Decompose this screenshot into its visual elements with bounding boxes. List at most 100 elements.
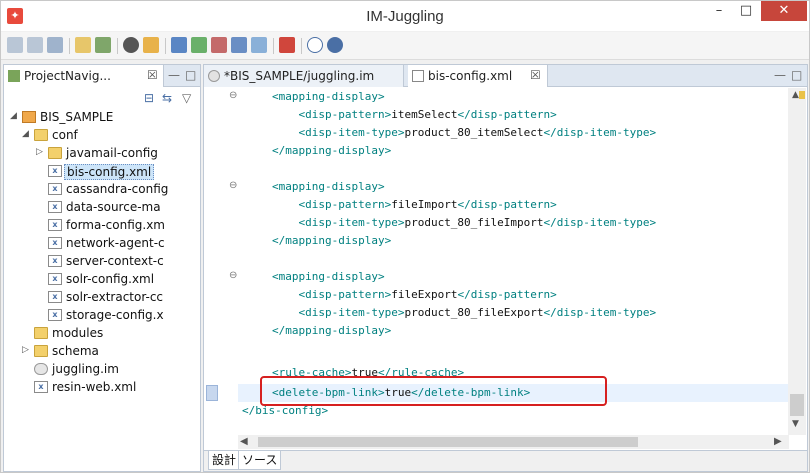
editor-panel: *BIS_SAMPLE/juggling.im bis-config.xml ☒…: [203, 64, 808, 472]
overview-ruler-marker[interactable]: [799, 91, 805, 99]
code-line: </mapping-display>: [272, 324, 392, 337]
build-icon[interactable]: [75, 37, 91, 53]
close-tab-icon[interactable]: ☒: [530, 68, 541, 82]
tree-item[interactable]: ◢ conf: [4, 127, 200, 145]
tree-item[interactable]: x server-context-c: [4, 253, 200, 271]
xml-file-icon: x: [48, 183, 62, 195]
collapse-all-icon[interactable]: ⊟: [144, 91, 154, 105]
tree-item[interactable]: x bis-config.xml: [4, 163, 200, 181]
xml-file-icon: x: [48, 273, 62, 285]
tree-item[interactable]: x storage-config.x: [4, 307, 200, 325]
maximize-editor-icon[interactable]: □: [791, 68, 802, 82]
scroll-left-icon[interactable]: ◀: [240, 436, 248, 447]
server-icon[interactable]: [191, 37, 207, 53]
toolbar-separator: [301, 38, 302, 54]
editor-tabbar: *BIS_SAMPLE/juggling.im bis-config.xml ☒…: [204, 65, 807, 87]
expand-arrow-icon[interactable]: ◢: [10, 111, 17, 121]
tree-item[interactable]: juggling.im: [4, 361, 200, 379]
save-as-icon[interactable]: [27, 37, 43, 53]
close-tab-icon[interactable]: ☒: [147, 68, 158, 82]
network-icon[interactable]: [251, 37, 267, 53]
project-navigator-panel: ProjectNavig... ☒ — □ ⊟ ⇆ ▽ ◢ BIS_SAMPLE…: [3, 64, 201, 472]
tree-item[interactable]: ▷ javamail-config: [4, 145, 200, 163]
change-marker: [206, 385, 218, 401]
tree-item-label: solr-config.xml: [66, 272, 155, 286]
tree-item[interactable]: x cassandra-config: [4, 181, 200, 199]
code-line: <disp-pattern>fileExport</disp-pattern>: [272, 288, 557, 301]
deploy-icon[interactable]: [123, 37, 139, 53]
minimize-view-icon[interactable]: —: [168, 68, 180, 82]
fold-icon[interactable]: ⊖: [229, 90, 237, 101]
tree-item-label: network-agent-c: [66, 236, 165, 250]
open-folder-icon[interactable]: [143, 37, 159, 53]
view-menu-icon[interactable]: ▽: [182, 91, 191, 105]
save-all-icon[interactable]: [47, 37, 63, 53]
tree-item[interactable]: x solr-extractor-cc: [4, 289, 200, 307]
collapse-arrow-icon[interactable]: ▷: [36, 147, 43, 157]
tree-item-label: modules: [52, 326, 104, 340]
fold-icon[interactable]: ⊖: [229, 180, 237, 191]
tools-icon[interactable]: [279, 37, 295, 53]
tree-item-label: data-source-ma: [66, 200, 161, 214]
window-title: IM-Juggling: [366, 8, 444, 25]
tree-item[interactable]: ▷ schema: [4, 343, 200, 361]
code-line: </mapping-display>: [272, 144, 392, 157]
tab-bis-config-xml[interactable]: bis-config.xml ☒: [408, 65, 548, 87]
minimize-button[interactable]: –: [706, 1, 732, 21]
horizontal-scroll-thumb[interactable]: [258, 437, 638, 447]
collapse-arrow-icon[interactable]: ▷: [22, 345, 29, 355]
chart-icon[interactable]: [211, 37, 227, 53]
scroll-up-icon[interactable]: ▲: [792, 90, 799, 100]
tab-source[interactable]: ソース: [238, 451, 282, 470]
tree-item-label: resin-web.xml: [52, 380, 137, 394]
refresh-icon[interactable]: [95, 37, 111, 53]
tree-item-label: BIS_SAMPLE: [40, 110, 114, 124]
xml-source-editor[interactable]: ⊖ ⊖ ⊖ <mapping-display> <disp-pattern>it…: [204, 88, 807, 435]
vertical-scrollbar[interactable]: ▲ ▼: [788, 88, 806, 435]
xml-file-icon: x: [48, 165, 62, 177]
expand-arrow-icon[interactable]: ◢: [22, 129, 29, 139]
tab-juggling-im[interactable]: *BIS_SAMPLE/juggling.im: [204, 65, 404, 87]
navigator-view-toolbar: ⊟ ⇆ ▽: [4, 88, 200, 108]
vertical-scroll-thumb[interactable]: [790, 394, 804, 416]
tree-item[interactable]: x forma-config.xm: [4, 217, 200, 235]
tab-project-navigator[interactable]: ProjectNavig... ☒: [4, 65, 164, 87]
help-icon[interactable]: [307, 37, 323, 53]
toolbar-separator: [273, 38, 274, 54]
minimize-editor-icon[interactable]: —: [774, 68, 786, 82]
tree-item-label: conf: [52, 128, 78, 142]
editor-mode-tabs: 設計 ソース: [204, 450, 807, 471]
code-line: <disp-item-type>product_80_fileImport</d…: [272, 216, 657, 229]
save-icon[interactable]: [7, 37, 23, 53]
tree-item[interactable]: modules: [4, 325, 200, 343]
close-window-button[interactable]: ✕: [761, 1, 807, 21]
info-icon[interactable]: [327, 37, 343, 53]
editor-gutter: ⊖ ⊖ ⊖: [204, 88, 238, 435]
screen-icon[interactable]: [171, 37, 187, 53]
link-editor-icon[interactable]: ⇆: [162, 91, 172, 105]
xml-file-icon: x: [48, 255, 62, 267]
app-window: ✦ IM-Juggling – □ ✕ ProjectNavig... ☒ — …: [0, 0, 810, 473]
code-line: <disp-item-type>product_80_fileExport</d…: [272, 306, 657, 319]
maximize-view-icon[interactable]: □: [185, 68, 196, 82]
code-line: <mapping-display>: [272, 90, 385, 103]
code-line: <mapping-display>: [272, 180, 385, 193]
code-line: <disp-pattern>fileImport</disp-pattern>: [272, 198, 557, 211]
maximize-button[interactable]: □: [733, 1, 759, 21]
tree-item[interactable]: x resin-web.xml: [4, 379, 200, 397]
scroll-right-icon[interactable]: ▶: [774, 436, 782, 447]
tree-item[interactable]: x network-agent-c: [4, 235, 200, 253]
scroll-down-icon[interactable]: ▼: [792, 419, 799, 429]
tree-item[interactable]: x data-source-ma: [4, 199, 200, 217]
im-file-icon: [208, 70, 220, 82]
fold-icon[interactable]: ⊖: [229, 270, 237, 281]
tab-design[interactable]: 設計: [208, 451, 241, 470]
tree-item[interactable]: x solr-config.xml: [4, 271, 200, 289]
tree-item-label: forma-config.xm: [66, 218, 165, 232]
project-tree: ◢ BIS_SAMPLE ◢ conf ▷ javamail-config x …: [4, 109, 200, 471]
tree-item-label: server-context-c: [66, 254, 164, 268]
folder-icon: [34, 327, 48, 339]
image-icon[interactable]: [231, 37, 247, 53]
horizontal-scrollbar[interactable]: ◀ ▶: [238, 435, 789, 449]
tree-item[interactable]: ◢ BIS_SAMPLE: [4, 109, 200, 127]
